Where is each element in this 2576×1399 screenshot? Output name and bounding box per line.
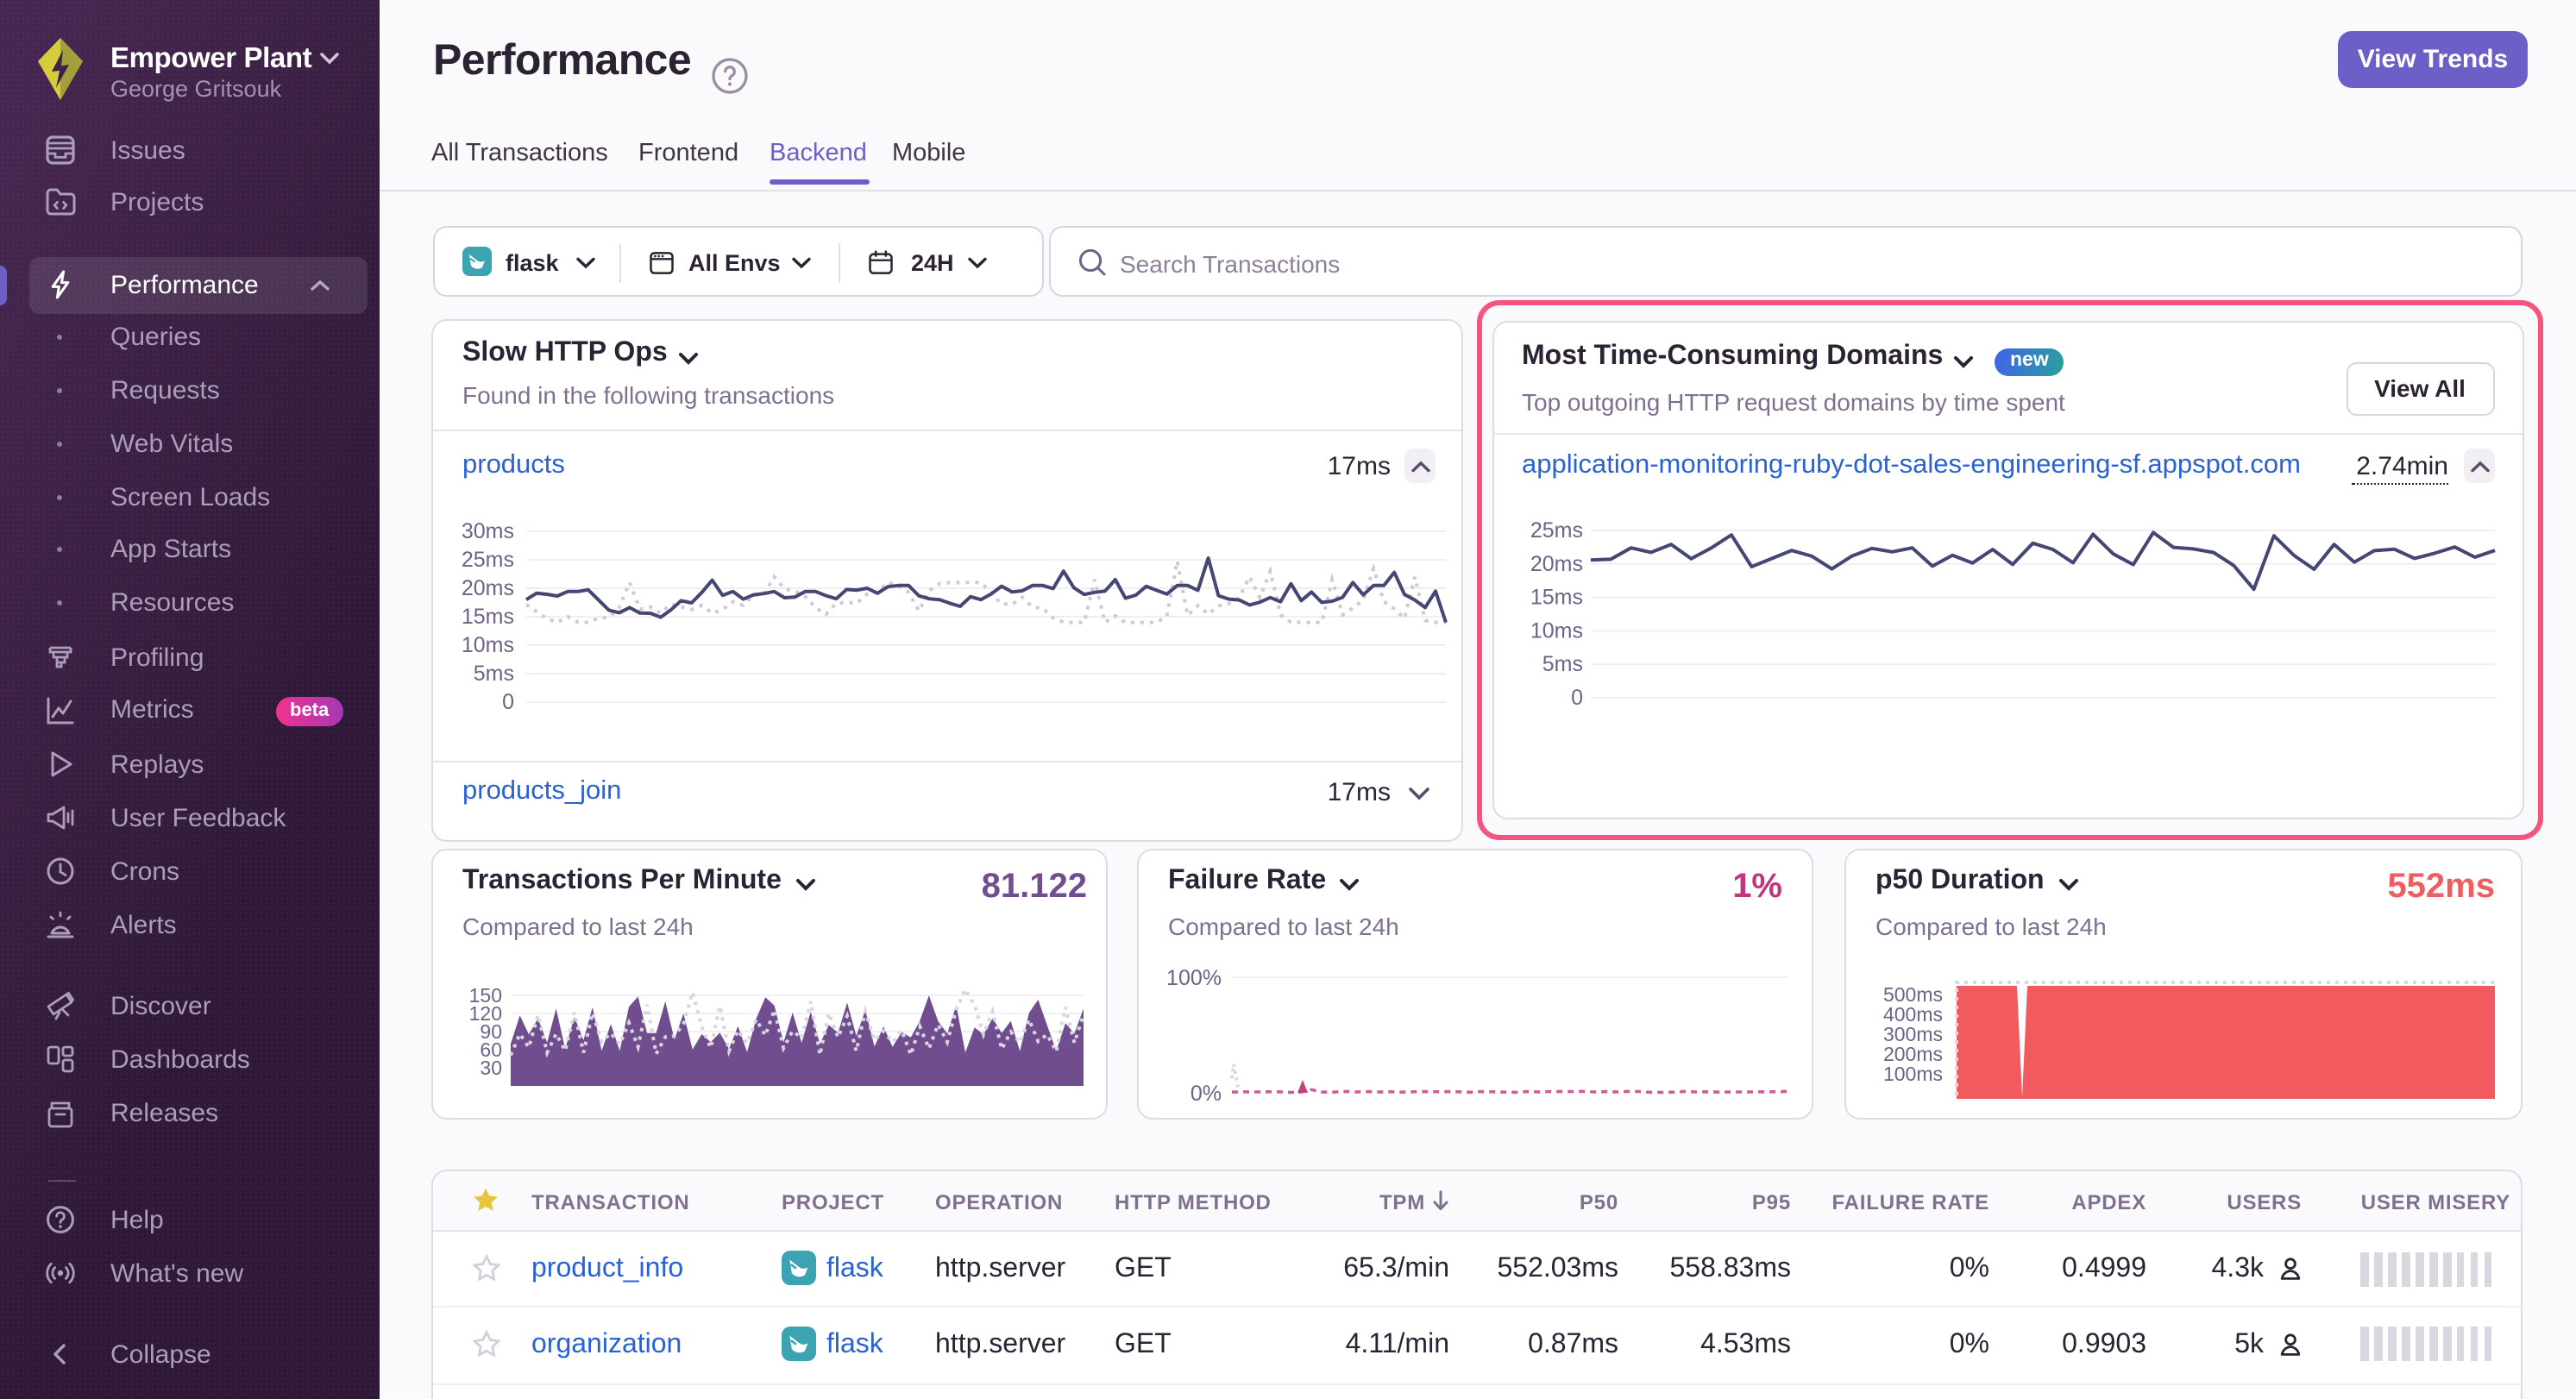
svg-text:5ms: 5ms xyxy=(1542,652,1583,676)
svg-text:10ms: 10ms xyxy=(462,633,514,657)
svg-text:10ms: 10ms xyxy=(1530,618,1583,643)
svg-text:0: 0 xyxy=(502,690,514,714)
svg-text:25ms: 25ms xyxy=(462,548,514,572)
svg-text:30: 30 xyxy=(480,1057,502,1079)
svg-text:15ms: 15ms xyxy=(462,605,514,629)
svg-text:100ms: 100ms xyxy=(1883,1063,1943,1085)
svg-text:25ms: 25ms xyxy=(1530,518,1583,543)
svg-text:20ms: 20ms xyxy=(462,576,514,600)
svg-text:30ms: 30ms xyxy=(462,519,514,543)
svg-text:100%: 100% xyxy=(1166,966,1222,990)
svg-text:15ms: 15ms xyxy=(1530,586,1583,610)
svg-text:0%: 0% xyxy=(1191,1082,1222,1104)
svg-text:0: 0 xyxy=(1571,686,1583,710)
svg-text:20ms: 20ms xyxy=(1530,552,1583,576)
svg-text:5ms: 5ms xyxy=(474,662,514,686)
